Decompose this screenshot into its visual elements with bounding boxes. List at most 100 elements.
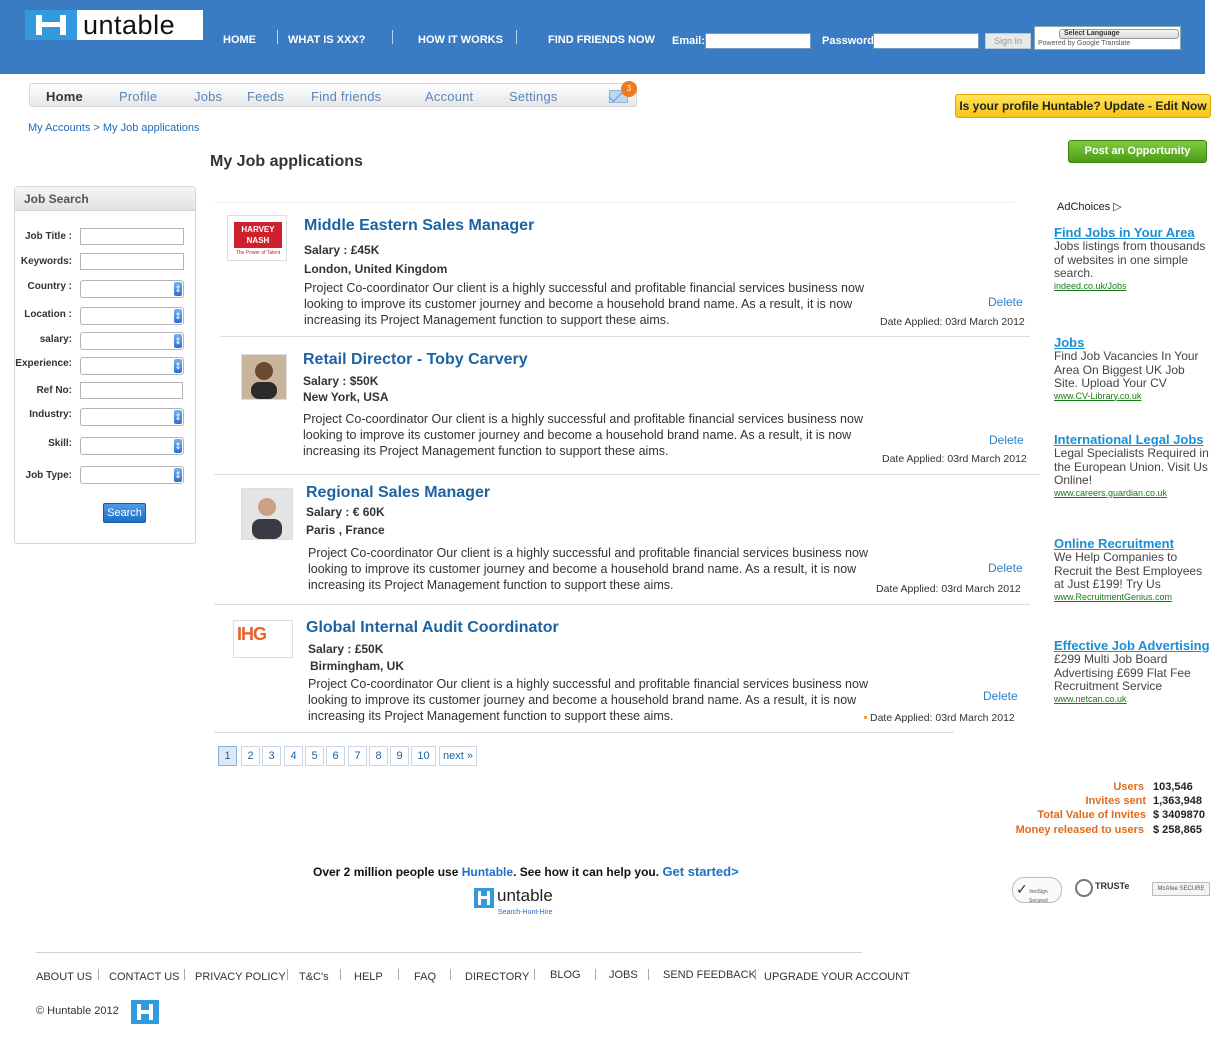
- post-opportunity-button[interactable]: Post an Opportunity: [1068, 140, 1207, 163]
- page-1[interactable]: 1: [218, 746, 237, 766]
- delete-link[interactable]: Delete: [989, 433, 1024, 447]
- ad-title[interactable]: Find Jobs in Your Area: [1054, 226, 1212, 240]
- stat-label: Users: [1113, 781, 1144, 793]
- powered-by-google: Powered by Google Translate: [1038, 40, 1131, 47]
- ad-url[interactable]: www.CV-Library.co.uk: [1054, 391, 1212, 401]
- footer-h-logo-icon[interactable]: [131, 1000, 159, 1024]
- location-select[interactable]: [80, 307, 184, 325]
- footer-directory[interactable]: DIRECTORY: [465, 971, 529, 983]
- promo-brand[interactable]: Huntable: [462, 865, 513, 879]
- next-page[interactable]: next »: [439, 746, 477, 766]
- verisign-badge[interactable]: ✓ VeriSign Secured: [1012, 877, 1062, 904]
- language-select[interactable]: Select Language: [1059, 29, 1179, 39]
- harvey-nash-tagline: The Power of Talent: [235, 250, 281, 256]
- subnav-feeds[interactable]: Feeds: [247, 89, 284, 104]
- ad-item[interactable]: International Legal Jobs Legal Specialis…: [1054, 433, 1212, 498]
- page-4[interactable]: 4: [284, 746, 303, 766]
- skill-select[interactable]: [80, 437, 184, 455]
- subnav-jobs[interactable]: Jobs: [194, 89, 222, 104]
- adchoices-label[interactable]: AdChoices ▷: [1057, 200, 1122, 213]
- subnav-home[interactable]: Home: [46, 89, 83, 104]
- experience-select[interactable]: [80, 357, 184, 375]
- ad-item[interactable]: Effective Job Advertising £299 Multi Job…: [1054, 639, 1212, 704]
- job-title-link[interactable]: Middle Eastern Sales Manager: [304, 217, 534, 235]
- delete-link[interactable]: Delete: [988, 561, 1023, 575]
- company-logo-harvey-nash[interactable]: HARVEY NASH The Power of Talent: [227, 215, 287, 261]
- get-started-link[interactable]: Get started>: [662, 864, 738, 879]
- footer-about-us[interactable]: ABOUT US: [36, 971, 92, 983]
- page-5[interactable]: 5: [305, 746, 324, 766]
- footer-upgrade-account[interactable]: UPGRADE YOUR ACCOUNT: [764, 971, 910, 983]
- page-9[interactable]: 9: [390, 746, 409, 766]
- page-3[interactable]: 3: [262, 746, 281, 766]
- ad-item[interactable]: Jobs Find Job Vacancies In Your Area On …: [1054, 336, 1212, 401]
- keywords-input[interactable]: [80, 253, 184, 270]
- page-title: My Job applications: [210, 153, 363, 170]
- job-title-link[interactable]: Retail Director - Toby Carvery: [303, 351, 528, 369]
- nav-home[interactable]: HOME: [223, 34, 256, 46]
- google-translate-widget[interactable]: Select Language Powered by Google Transl…: [1034, 26, 1181, 50]
- ad-title[interactable]: Effective Job Advertising: [1054, 639, 1212, 653]
- huntable-logo[interactable]: untable: [25, 10, 203, 40]
- company-logo-ihg[interactable]: IHG: [233, 620, 293, 658]
- nav-how-it-works[interactable]: HOW IT WORKS: [418, 34, 503, 46]
- footer-blog[interactable]: BLOG: [550, 969, 581, 981]
- password-field[interactable]: [873, 33, 979, 49]
- footer-send-feedback[interactable]: SEND FEEDBACK: [663, 969, 756, 981]
- truste-badge[interactable]: TRUSTe: [1075, 879, 1143, 899]
- ad-url[interactable]: www.careers.guardian.co.uk: [1054, 488, 1212, 498]
- footer-help[interactable]: HELP: [354, 971, 383, 983]
- nav-what-is[interactable]: WHAT IS XXX?: [288, 34, 365, 46]
- ad-title[interactable]: Online Recruitment: [1054, 537, 1212, 551]
- country-select[interactable]: [80, 280, 184, 298]
- job-title-link[interactable]: Regional Sales Manager: [306, 484, 490, 502]
- ad-item[interactable]: Find Jobs in Your Area Jobs listings fro…: [1054, 226, 1212, 291]
- footer-terms[interactable]: T&C's: [299, 971, 329, 983]
- ad-url[interactable]: www.netcan.co.uk: [1054, 694, 1212, 704]
- delete-link[interactable]: Delete: [983, 689, 1018, 703]
- candidate-photo[interactable]: [241, 488, 293, 540]
- footer-jobs[interactable]: JOBS: [609, 969, 638, 981]
- subnav-account[interactable]: Account: [425, 89, 473, 104]
- subnav-settings[interactable]: Settings: [509, 89, 558, 104]
- ad-url[interactable]: indeed.co.uk/Jobs: [1054, 281, 1212, 291]
- adchoices-icon: ▷: [1113, 201, 1122, 213]
- mcafee-badge[interactable]: McAfee SECURE: [1152, 882, 1210, 896]
- job-title-link[interactable]: Global Internal Audit Coordinator: [306, 619, 559, 637]
- footer-privacy-policy[interactable]: PRIVACY POLICY: [195, 971, 286, 983]
- ad-url[interactable]: www.RecruitmentGenius.com: [1054, 592, 1212, 602]
- subnav-find-friends[interactable]: Find friends: [311, 89, 381, 104]
- salary-select[interactable]: [80, 332, 184, 350]
- page-10[interactable]: 10: [411, 746, 436, 766]
- job-title-input[interactable]: [80, 228, 184, 245]
- footer-faq[interactable]: FAQ: [414, 971, 436, 983]
- profile-update-banner[interactable]: Is your profile Huntable? Update - Edit …: [955, 94, 1211, 118]
- logo-h-icon: [474, 888, 494, 908]
- ad-item[interactable]: Online Recruitment We Help Companies to …: [1054, 537, 1212, 602]
- person-avatar-icon: [242, 489, 292, 539]
- page-8[interactable]: 8: [369, 746, 388, 766]
- page-7[interactable]: 7: [348, 746, 367, 766]
- huntable-small-logo[interactable]: untable Search-Hunt-Hire: [474, 886, 574, 920]
- delete-link[interactable]: Delete: [988, 295, 1023, 309]
- ref-no-input[interactable]: [80, 382, 183, 399]
- candidate-photo[interactable]: [241, 354, 287, 400]
- footer-contact-us[interactable]: CONTACT US: [109, 971, 180, 983]
- harvey-nash-logo-text: HARVEY NASH: [234, 222, 282, 248]
- select-arrows-icon: [174, 468, 182, 482]
- breadcrumb[interactable]: My Accounts > My Job applications: [28, 122, 200, 134]
- sign-in-button[interactable]: Sign In: [985, 33, 1031, 49]
- nav-find-friends[interactable]: FIND FRIENDS NOW: [548, 34, 655, 46]
- subnav-profile[interactable]: Profile: [119, 89, 157, 104]
- page-6[interactable]: 6: [326, 746, 345, 766]
- password-label: Password:: [822, 35, 878, 47]
- search-button[interactable]: Search: [103, 503, 146, 523]
- job-divider: [214, 474, 1040, 475]
- job-description: Project Co-coordinator Our client is a h…: [304, 281, 864, 327]
- ad-title[interactable]: International Legal Jobs: [1054, 433, 1212, 447]
- page-2[interactable]: 2: [241, 746, 260, 766]
- ad-title[interactable]: Jobs: [1054, 336, 1212, 350]
- job-type-select[interactable]: [80, 466, 184, 484]
- email-field[interactable]: [705, 33, 811, 49]
- industry-select[interactable]: [80, 408, 184, 426]
